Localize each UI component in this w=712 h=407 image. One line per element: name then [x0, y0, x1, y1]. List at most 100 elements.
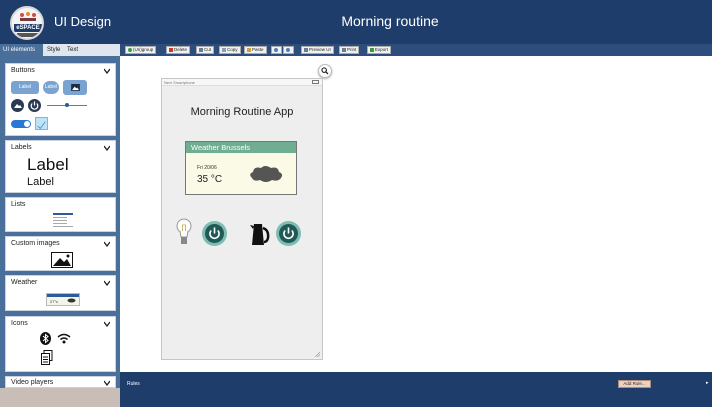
- logo-figures-icon: [20, 12, 36, 21]
- preview-icon: [304, 47, 308, 52]
- app-title-label[interactable]: Morning Routine App: [162, 106, 322, 118]
- delete-label: Delete: [174, 47, 188, 52]
- button-sample-image-circle[interactable]: [11, 99, 24, 112]
- app-header: eSPACE UI Design Morning routine: [0, 0, 712, 44]
- kettle-power-button[interactable]: [276, 221, 301, 246]
- list-icon[interactable]: [53, 213, 73, 229]
- logo-band: [17, 33, 39, 37]
- sidebar-footer: [0, 388, 120, 407]
- lightbulb-power-button[interactable]: [202, 221, 227, 246]
- weather-date: Fri 20/06: [197, 165, 217, 171]
- logo-text: eSPACE: [14, 24, 42, 32]
- checkbox-sample[interactable]: [35, 117, 48, 130]
- panel-lists-header[interactable]: Lists: [6, 198, 115, 212]
- documents-icon[interactable]: [41, 350, 53, 365]
- export-button[interactable]: Export: [367, 46, 392, 54]
- panel-title: Icons: [11, 320, 28, 327]
- image-icon[interactable]: [51, 252, 73, 268]
- chevron-down-icon[interactable]: [104, 280, 110, 286]
- kettle-icon[interactable]: [248, 220, 270, 248]
- chevron-down-icon[interactable]: [104, 68, 110, 74]
- image-icon: [70, 84, 80, 91]
- weather-widget-sample[interactable]: 27°c: [46, 293, 80, 306]
- label-sample-large[interactable]: Label: [27, 155, 69, 175]
- rules-label: Rules: [127, 381, 140, 387]
- export-icon: [370, 47, 374, 52]
- slider-knob[interactable]: [65, 103, 69, 107]
- panel-title: Custom images: [11, 240, 60, 247]
- tab-style[interactable]: Style: [44, 44, 63, 56]
- toggle-switch[interactable]: [11, 120, 31, 128]
- tab-ui-elements[interactable]: UI elements: [0, 44, 43, 56]
- panel-buttons-header[interactable]: Buttons: [6, 64, 115, 78]
- panel-custom-images-header[interactable]: Custom images: [6, 237, 115, 251]
- panel-buttons: Buttons Label Label: [5, 63, 116, 136]
- undo-button[interactable]: [271, 46, 282, 54]
- label-sample-small[interactable]: Label: [27, 176, 54, 188]
- panel-weather: Weather 27°c: [5, 275, 116, 311]
- panel-title: Video players: [11, 379, 54, 386]
- delete-button[interactable]: Delete: [166, 46, 191, 54]
- button-sample-rect[interactable]: Label: [11, 81, 39, 94]
- paste-label: Paste: [252, 47, 264, 52]
- ungroup-label: (Un)group: [133, 47, 154, 52]
- weather-temperature: 35 °C: [197, 174, 223, 185]
- chevron-down-icon[interactable]: [104, 380, 110, 386]
- preview-ui-label: Preview UI: [309, 47, 331, 52]
- chevron-down-icon[interactable]: [104, 241, 110, 247]
- chevron-down-icon[interactable]: [104, 321, 110, 327]
- wifi-icon[interactable]: [57, 333, 71, 344]
- power-icon: [283, 227, 294, 240]
- copy-label: Copy: [227, 47, 238, 52]
- checkmark-icon: [37, 121, 46, 130]
- ungroup-button[interactable]: (Un)group: [125, 46, 157, 54]
- copy-icon: [222, 47, 226, 52]
- redo-button[interactable]: [283, 46, 294, 54]
- panel-icons: Icons: [5, 316, 116, 372]
- panel-lists: Lists: [5, 197, 116, 232]
- power-icon: [209, 227, 220, 240]
- smartphone-frame[interactable]: Nexi Smartphone Morning Routine App Weat…: [161, 78, 323, 360]
- maximize-icon[interactable]: [312, 80, 319, 84]
- panel-title: Weather: [11, 279, 38, 286]
- export-label: Export: [375, 47, 389, 52]
- print-button[interactable]: Print: [339, 46, 360, 54]
- delete-icon: [169, 47, 173, 52]
- panel-labels-header[interactable]: Labels: [6, 141, 115, 155]
- design-canvas[interactable]: Nexi Smartphone Morning Routine App Weat…: [120, 56, 712, 372]
- button-sample-power[interactable]: [28, 99, 41, 112]
- paste-icon: [247, 47, 251, 52]
- panel-video-players: Video players: [5, 376, 116, 388]
- power-button-inner: [279, 224, 298, 243]
- button-sample-image[interactable]: [63, 80, 87, 95]
- preview-ui-button[interactable]: Preview UI: [301, 46, 334, 54]
- button-sample-round[interactable]: Label: [43, 81, 59, 94]
- weather-title: Weather Brussels: [191, 143, 251, 152]
- weather-sample-header: [47, 294, 79, 297]
- weather-widget[interactable]: Weather Brussels Fri 20/06 35 °C: [185, 141, 297, 195]
- paste-button[interactable]: Paste: [244, 46, 267, 54]
- add-rule-button[interactable]: Add Rule...: [618, 380, 651, 388]
- panel-title: Buttons: [11, 67, 35, 74]
- panel-weather-header[interactable]: Weather: [6, 276, 115, 290]
- cloud-icon: [67, 298, 76, 303]
- undo-icon: [274, 47, 278, 52]
- panel-title: Lists: [11, 201, 26, 208]
- panel-title: Labels: [11, 144, 32, 151]
- lightbulb-icon[interactable]: [176, 217, 192, 249]
- cut-button[interactable]: Cut: [196, 46, 215, 54]
- copy-button[interactable]: Copy: [219, 46, 241, 54]
- bluetooth-icon[interactable]: [40, 332, 51, 345]
- editor-toolbar: (Un)group Delete Cut Copy Paste Preview …: [120, 44, 712, 56]
- espace-logo[interactable]: eSPACE: [10, 6, 44, 40]
- image-icon: [14, 104, 22, 108]
- resize-grip-icon[interactable]: [315, 352, 320, 357]
- zoom-button[interactable]: [318, 64, 332, 78]
- expand-rules-icon[interactable]: ▸: [706, 380, 709, 386]
- chevron-down-icon[interactable]: [104, 145, 110, 151]
- power-button-inner: [205, 224, 224, 243]
- tab-text[interactable]: Text: [64, 44, 81, 56]
- print-label: Print: [347, 47, 357, 52]
- cut-label: Cut: [204, 47, 212, 52]
- panel-icons-header[interactable]: Icons: [6, 317, 115, 331]
